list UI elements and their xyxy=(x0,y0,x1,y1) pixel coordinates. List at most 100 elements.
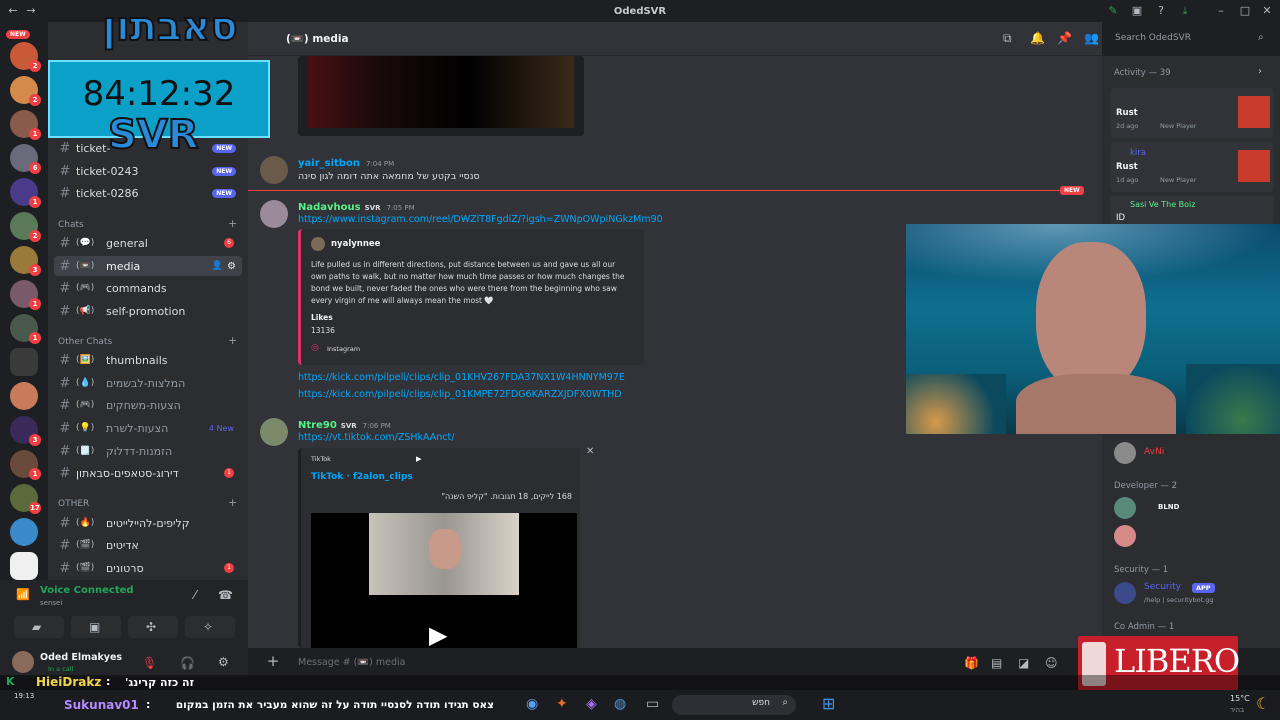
app-icon[interactable]: ✦ xyxy=(556,696,568,712)
channel-perfume[interactable]: # (💧) המלצות-לבשמים xyxy=(54,373,242,393)
activity-card[interactable]: Sasi Ve The Boiz ID xyxy=(1110,196,1274,226)
add-channel-icon[interactable]: + xyxy=(228,217,237,230)
video-attachment[interactable] xyxy=(298,56,584,136)
attach-button[interactable]: + xyxy=(258,652,288,674)
gif-icon[interactable]: ▤ xyxy=(991,656,1002,670)
user-settings-icon[interactable]: ⚙ xyxy=(218,655,229,669)
add-channel-icon[interactable]: + xyxy=(228,334,237,347)
noise-suppression-icon[interactable]: ⁄ xyxy=(194,588,196,602)
server-icon[interactable]: 2 xyxy=(10,212,41,242)
channel-media[interactable]: # (📼) media 👤 ⚙ xyxy=(54,256,242,276)
search-input[interactable]: Search OdedSVR ⌕ xyxy=(1108,29,1274,49)
gift-icon[interactable]: 🎁 xyxy=(964,656,979,670)
message-author[interactable]: Ntre90 xyxy=(298,420,337,431)
voice-channel-name[interactable]: sensei xyxy=(40,599,62,607)
nitro-icon[interactable]: ✎ xyxy=(1106,4,1120,18)
disconnect-icon[interactable]: ☎ xyxy=(218,588,233,602)
message-author[interactable]: Nadavhous xyxy=(298,202,361,213)
server-icon[interactable]: 2 xyxy=(10,42,41,72)
message-input[interactable]: Message # (📼) media xyxy=(298,657,406,668)
chevron-right-icon[interactable]: › xyxy=(1258,66,1262,77)
server-icon[interactable]: 17 xyxy=(10,484,41,514)
steam-icon[interactable]: ◉ xyxy=(526,696,538,712)
screen-share-button[interactable]: ▣ xyxy=(71,616,121,638)
channel-game-suggestions[interactable]: # (🎮) הצעות-משחקים xyxy=(54,395,242,415)
soundboard-button[interactable]: ✧ xyxy=(185,616,235,638)
video-off-button[interactable]: ▰ xyxy=(14,616,64,638)
avatar[interactable] xyxy=(1114,582,1136,604)
member-name[interactable]: Security xyxy=(1144,582,1181,592)
taskbar-search[interactable]: חפש ⌕ xyxy=(672,695,796,715)
kick-clip-link[interactable]: https://kick.com/pilpeli/clips/clip_01KH… xyxy=(298,372,625,383)
channel-ticket-0286[interactable]: # ticket-0286 NEW xyxy=(54,183,242,203)
inbox-icon[interactable]: ▣ xyxy=(1130,4,1144,18)
channel-deadlock[interactable]: # (🗒️) הזמנות-דדלוק xyxy=(54,441,242,461)
avatar[interactable] xyxy=(12,651,34,673)
kick-clip-link[interactable]: https://kick.com/pilpeli/clips/clip_01KM… xyxy=(298,389,622,400)
app-icon[interactable]: ◈ xyxy=(586,696,597,712)
server-icon[interactable]: 1 xyxy=(10,178,41,208)
embed-title[interactable]: TikTok · f2alon_clips xyxy=(311,472,413,482)
add-channel-icon[interactable]: + xyxy=(228,496,237,509)
channel-general[interactable]: # (💬) general 6 xyxy=(54,233,242,253)
tiktok-link[interactable]: https://vt.tiktok.com/ZSHkAAnct/ xyxy=(298,432,454,443)
channel-commands[interactable]: # (🎮) commands xyxy=(54,278,242,298)
avatar[interactable] xyxy=(1114,497,1136,519)
server-icon[interactable]: 1 xyxy=(10,280,41,310)
download-icon[interactable]: ⤓ xyxy=(1178,4,1192,18)
avatar[interactable] xyxy=(260,200,288,228)
member-list-icon[interactable]: 👥 xyxy=(1084,31,1099,45)
settings-gear-icon[interactable]: ⚙ xyxy=(227,261,236,272)
pin-icon[interactable]: 📌 xyxy=(1057,31,1072,45)
instagram-link[interactable]: https://www.instagram.com/reel/DWZlT8Fgd… xyxy=(298,214,663,225)
threads-icon[interactable]: ⧉ xyxy=(1003,31,1012,46)
server-icon[interactable] xyxy=(10,552,38,580)
channel-thumbnails[interactable]: # (🖼️) thumbnails xyxy=(54,350,242,370)
server-icon[interactable] xyxy=(10,518,38,546)
video-thumbnail[interactable]: ▶ xyxy=(311,513,577,648)
maximize-icon[interactable]: □ xyxy=(1238,4,1252,18)
category-other-chats[interactable]: Other Chats xyxy=(58,337,112,347)
avatar[interactable] xyxy=(1114,525,1136,547)
channel-edits[interactable]: # (🎬) אדיטים xyxy=(54,535,242,555)
chrome-icon[interactable]: ◍ xyxy=(614,696,626,712)
category-chats[interactable]: Chats xyxy=(58,220,84,230)
channel-ticket-0243[interactable]: # ticket-0243 NEW xyxy=(54,161,242,181)
avatar[interactable] xyxy=(260,418,288,446)
server-icon[interactable]: 3 xyxy=(10,416,41,446)
server-icon[interactable]: 1 xyxy=(10,314,41,344)
embed-author[interactable]: nyalynnee xyxy=(331,239,380,249)
member-name[interactable]: AvNi xyxy=(1144,447,1164,457)
file-explorer-icon[interactable]: ▭ xyxy=(646,696,659,712)
headphones-icon[interactable]: 🎧 xyxy=(180,656,195,670)
server-icon[interactable]: 2 xyxy=(10,76,41,106)
play-icon[interactable]: ▶ xyxy=(429,621,447,648)
avatar[interactable] xyxy=(260,156,288,184)
windows-start-icon[interactable]: ⊞ xyxy=(822,694,835,713)
server-icon[interactable]: 1 xyxy=(10,450,41,480)
message-author[interactable]: yair_sitbon xyxy=(298,158,360,169)
avatar[interactable] xyxy=(1114,442,1136,464)
sticker-icon[interactable]: ◪ xyxy=(1018,656,1029,670)
channel-server-suggestions[interactable]: # (💡) הצעות-לשרת 4 New xyxy=(54,418,242,438)
activity-card[interactable]: Rust 2d ago New Player xyxy=(1110,88,1274,138)
channel-self-promotion[interactable]: # (📢) self-promotion xyxy=(54,301,242,321)
folder-icon[interactable] xyxy=(10,348,38,376)
close-window-icon[interactable]: ✕ xyxy=(1260,4,1274,18)
emoji-icon[interactable]: ☺ xyxy=(1045,656,1058,670)
server-icon[interactable] xyxy=(10,382,38,410)
server-icon[interactable]: 1 xyxy=(10,110,41,140)
notification-bell-icon[interactable]: 🔔 xyxy=(1030,31,1045,45)
server-icon[interactable]: 6 xyxy=(10,144,41,174)
channel-videos[interactable]: # (🎬) סרטונים 1 xyxy=(54,558,242,578)
activities-button[interactable]: ✣ xyxy=(128,616,178,638)
channel-staff-rating[interactable]: # דירוג-סטאפים-סבאתון 1 xyxy=(54,463,242,483)
invite-icon[interactable]: 👤 xyxy=(212,261,223,271)
category-other[interactable]: OTHER xyxy=(58,499,89,509)
minimize-icon[interactable]: – xyxy=(1214,4,1228,18)
help-icon[interactable]: ? xyxy=(1154,4,1168,18)
activity-card[interactable]: kira Rust 1d ago New Player xyxy=(1110,142,1274,192)
remove-embed-icon[interactable]: ✕ xyxy=(586,446,594,457)
mute-icon[interactable]: 🎙 xyxy=(142,656,157,670)
channel-clips[interactable]: # (🔥) קליפים-להיילייטים xyxy=(54,513,242,533)
